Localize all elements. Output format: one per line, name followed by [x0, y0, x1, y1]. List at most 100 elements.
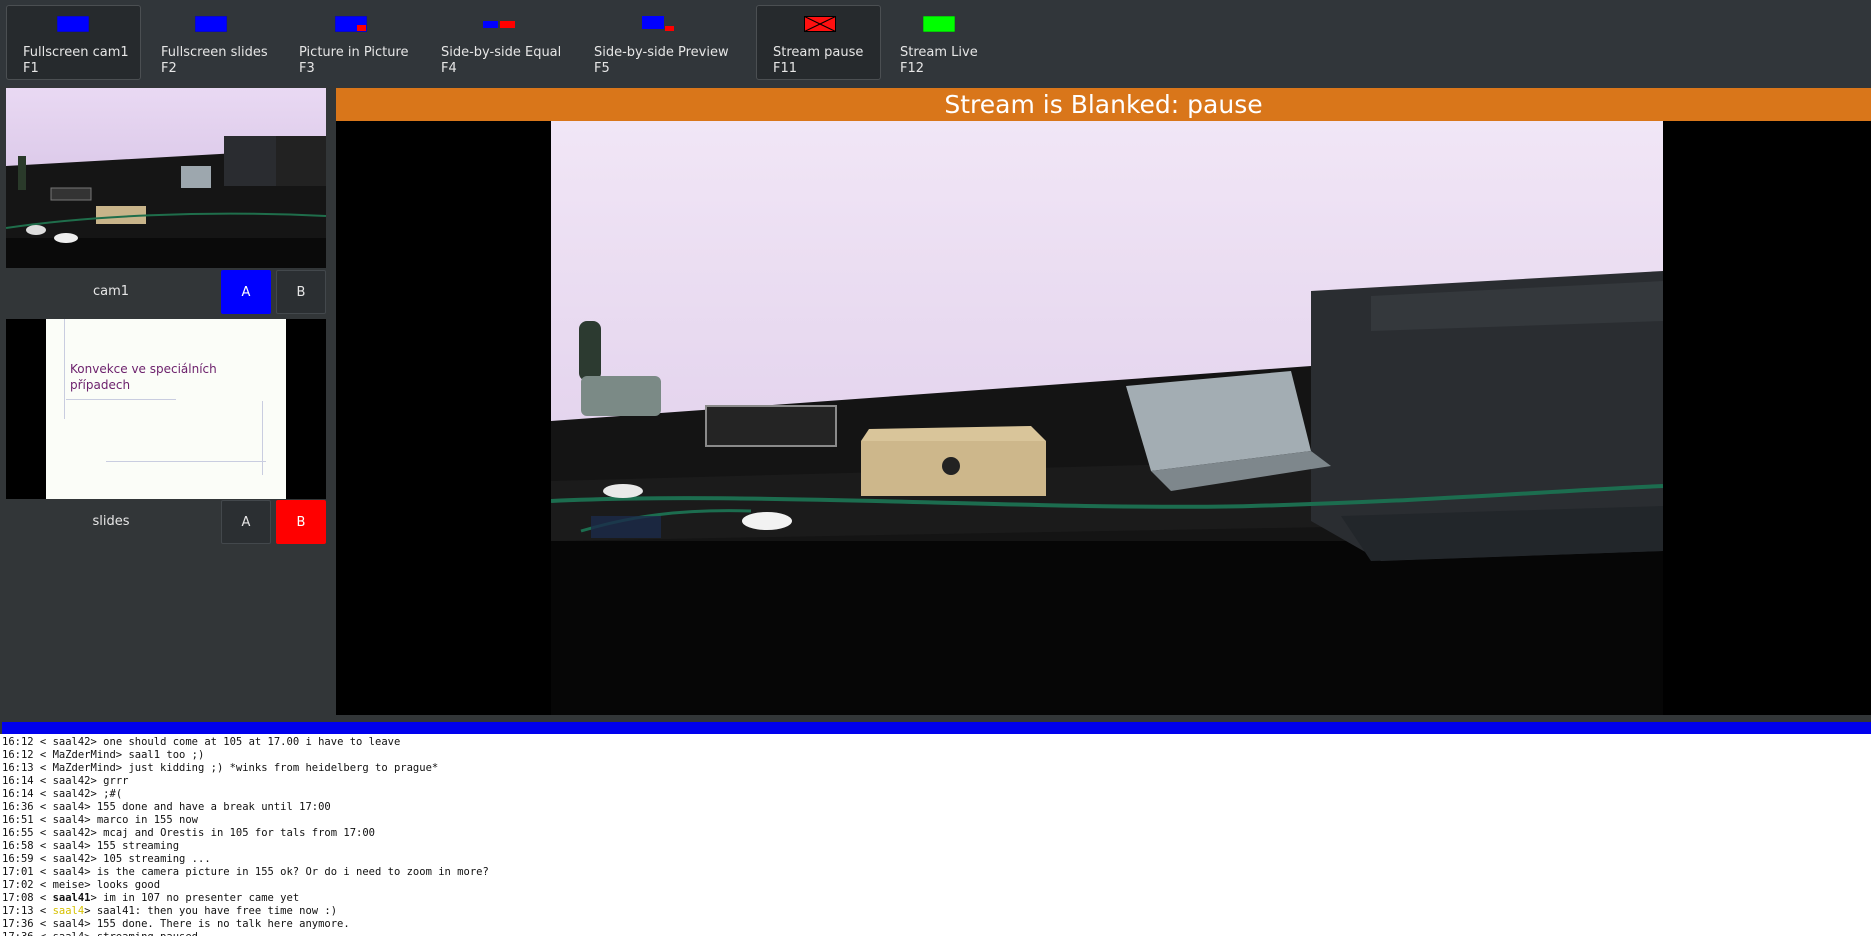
chat-nick-close: >	[84, 931, 97, 936]
chat-nick-open: <	[34, 931, 53, 936]
stream-live-key: F12	[900, 61, 925, 76]
side-by-side-preview-label: Side-by-side Preview	[594, 45, 729, 60]
chat-line: 17:01 < saal4> is the camera picture in …	[0, 866, 1871, 879]
fullscreen-slides-key: F2	[161, 61, 177, 76]
chat-message: one should come at 105 at 17.00 i have t…	[103, 736, 401, 748]
chat-nick-open: <	[33, 801, 53, 813]
chat-timestamp: 16:14	[2, 775, 34, 787]
chat-nick-open: <	[33, 775, 53, 787]
chat-message: marco in 155 now	[96, 814, 198, 826]
chat-timestamp: 16:36	[2, 801, 34, 813]
fullscreen-cam1-button[interactable]: Fullscreen cam1 F1	[6, 5, 141, 80]
chat-timestamp: 16:59	[2, 853, 34, 865]
chat-line: 16:59 < saal42> 105 streaming ...	[0, 853, 1871, 866]
chat-line: 17:13 < saal4> saal41: then you have fre…	[0, 905, 1871, 918]
chat-nick-open: <	[33, 762, 53, 774]
main-output-video: Stream is Blanked: pause	[336, 88, 1871, 715]
slides-select-a-button[interactable]: A	[221, 500, 271, 544]
chat-nick-close: >	[84, 879, 97, 891]
side-by-side-preview-icon	[642, 16, 674, 31]
slide-rule-bottom	[106, 461, 266, 462]
chat-message: looks good	[96, 879, 161, 891]
chat-nick-close: >	[115, 749, 129, 761]
chat-nick: saal4	[52, 866, 85, 878]
chat-nick: saal4	[52, 918, 85, 930]
chat-line: 16:36 < saal4> 155 done and have a break…	[0, 801, 1871, 814]
chat-nick-open: <	[33, 918, 53, 930]
chat-timestamp: 17:01	[2, 866, 34, 878]
side-by-side-preview-button[interactable]: Side-by-side Preview F5	[577, 5, 747, 80]
slides-select-b-button[interactable]: B	[276, 500, 326, 544]
slide-rule-top	[66, 399, 176, 400]
chat-message: 105 streaming ...	[103, 853, 211, 865]
picture-in-picture-key: F3	[299, 61, 315, 76]
chat-timestamp: 16:12	[2, 749, 34, 761]
main-video-frame	[551, 121, 1663, 715]
main-video-image	[551, 121, 1663, 715]
stream-pause-key: F11	[773, 61, 798, 76]
chat-line: 17:36 < saal4> 155 done. There is no tal…	[0, 918, 1871, 931]
chat-nick-open: <	[33, 905, 53, 917]
irc-chat-log: 16:12 < saal42> one should come at 105 a…	[0, 734, 1871, 936]
cam1-preview	[6, 88, 326, 268]
slide-page: Konvekce ve speciálních případech	[46, 319, 286, 499]
slide-title-line1: Konvekce ve speciálních	[70, 362, 217, 376]
cam1-select-b-button[interactable]: B	[276, 270, 326, 314]
side-by-side-equal-button[interactable]: Side-by-side Equal F4	[424, 5, 576, 80]
chat-nick-open: <	[33, 892, 53, 904]
side-by-side-equal-key: F4	[441, 61, 457, 76]
chat-nick: meise	[52, 879, 85, 891]
stream-live-icon	[923, 16, 955, 32]
chat-nick-close: >	[84, 866, 97, 878]
slide-rule-right	[262, 401, 263, 475]
fullscreen-cam1-label: Fullscreen cam1	[23, 45, 129, 60]
composite-toolbar: Fullscreen cam1 F1 Fullscreen slides F2 …	[0, 0, 1871, 86]
chat-line: 16:51 < saal4> marco in 155 now	[0, 814, 1871, 827]
cam1-select-a-button[interactable]: A	[221, 270, 271, 314]
chat-nick-open: <	[33, 827, 53, 839]
stream-pause-label: Stream pause	[773, 45, 864, 60]
chat-nick-open: <	[33, 840, 53, 852]
side-by-side-equal-label: Side-by-side Equal	[441, 45, 562, 60]
chat-nick: saal4	[52, 905, 85, 917]
slide-title: Konvekce ve speciálních případech	[70, 361, 220, 393]
chat-timestamp: 17:36	[2, 918, 34, 930]
chat-nick-open: <	[33, 814, 53, 826]
chat-nick-close: >	[90, 827, 104, 839]
chat-message: 155 streaming	[96, 840, 180, 852]
chat-message: is the camera picture in 155 ok? Or do i…	[96, 866, 489, 878]
chat-message: grrr	[103, 775, 129, 787]
chat-nick-close: >	[90, 775, 104, 787]
chat-message: mcaj and Orestis in 105 for tals from 17…	[103, 827, 375, 839]
chat-line: 17:02 < meise> looks good	[0, 879, 1871, 892]
chat-timestamp: 17:13	[2, 905, 34, 917]
picture-in-picture-label: Picture in Picture	[299, 45, 409, 60]
chat-nick: saal4	[53, 931, 85, 936]
cam1-source-row: cam1 A B	[6, 270, 326, 314]
chat-nick: saal42	[52, 827, 91, 839]
chat-timestamp: 17:36	[2, 931, 34, 936]
chat-nick-close: >	[84, 905, 97, 917]
chat-nick: saal4	[52, 801, 85, 813]
chat-nick: saal42	[52, 775, 91, 787]
chat-line: 16:12 < MaZderMind> saal1 too ;)	[0, 749, 1871, 762]
chat-nick: saal42	[52, 853, 91, 865]
chat-nick-open: <	[33, 736, 53, 748]
picture-in-picture-button[interactable]: Picture in Picture F3	[282, 5, 422, 80]
chat-timestamp: 16:55	[2, 827, 34, 839]
slides-source-row: slides A B	[6, 500, 326, 544]
chat-nick-close: >	[84, 840, 97, 852]
voctogui-window: Fullscreen cam1 F1 Fullscreen slides F2 …	[0, 0, 1871, 936]
cam1-source-label: cam1	[92, 284, 130, 299]
chat-line: 17:36 < saal4> streaming paused	[0, 931, 1871, 936]
chat-message: saal41: then you have free time now :)	[96, 905, 338, 917]
fullscreen-slides-button[interactable]: Fullscreen slides F2	[144, 5, 279, 80]
chat-nick-close: >	[90, 736, 104, 748]
stream-pause-button[interactable]: Stream pause F11	[756, 5, 881, 80]
stream-live-button[interactable]: Stream Live F12	[883, 5, 993, 80]
chat-nick: saal4	[52, 814, 85, 826]
chat-nick-close: >	[90, 853, 104, 865]
chat-line: 16:14 < saal42> grrr	[0, 775, 1871, 788]
chat-timestamp: 16:13	[2, 762, 34, 774]
chat-timestamp: 16:14	[2, 788, 34, 800]
